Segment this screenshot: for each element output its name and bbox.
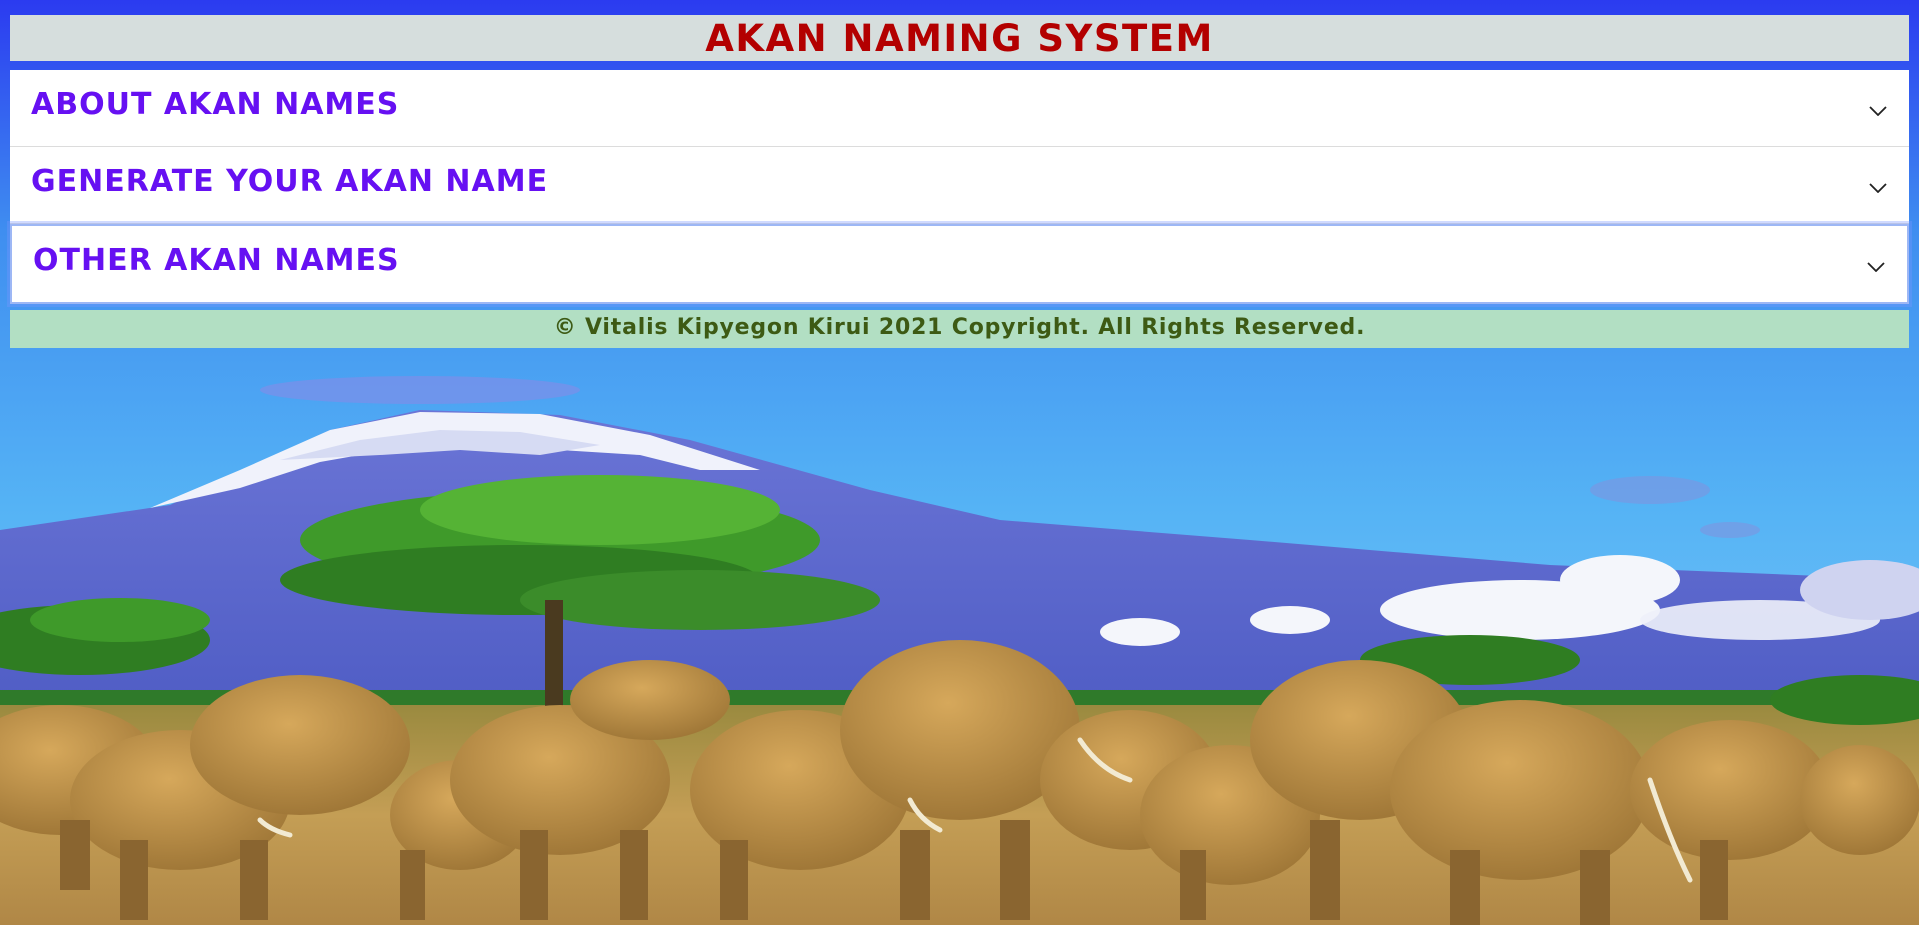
chevron-down-icon: [1869, 183, 1887, 193]
accordion-item-about[interactable]: ABOUT AKAN NAMES: [10, 70, 1909, 147]
accordion: ABOUT AKAN NAMES GENERATE YOUR AKAN NAME…: [10, 70, 1909, 304]
page: AKAN NAMING SYSTEM ABOUT AKAN NAMES GENE…: [0, 0, 1919, 925]
header-bar: AKAN NAMING SYSTEM: [10, 15, 1909, 61]
chevron-down-icon: [1867, 262, 1885, 272]
accordion-item-label: OTHER AKAN NAMES: [33, 243, 400, 278]
page-title: AKAN NAMING SYSTEM: [705, 16, 1214, 60]
accordion-item-label: ABOUT AKAN NAMES: [31, 87, 400, 122]
copyright-text: © Vitalis Kipyegon Kirui 2021 Copyright.…: [553, 315, 1366, 340]
footer-bar: © Vitalis Kipyegon Kirui 2021 Copyright.…: [10, 310, 1909, 348]
accordion-item-generate[interactable]: GENERATE YOUR AKAN NAME: [10, 147, 1909, 224]
accordion-item-label: GENERATE YOUR AKAN NAME: [31, 164, 549, 199]
accordion-item-other[interactable]: OTHER AKAN NAMES: [10, 224, 1909, 304]
chevron-down-icon: [1869, 106, 1887, 116]
